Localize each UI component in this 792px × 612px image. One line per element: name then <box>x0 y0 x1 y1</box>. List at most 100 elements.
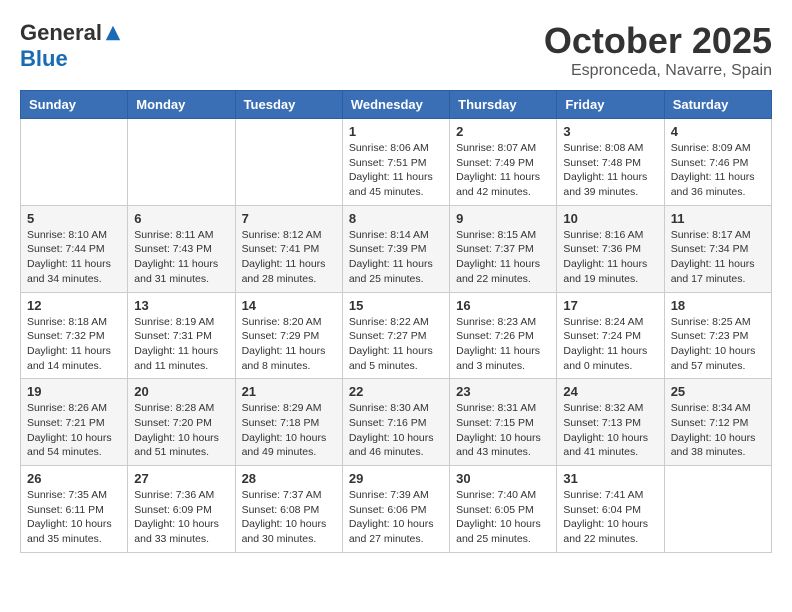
location: Espronceda, Navarre, Spain <box>544 62 772 80</box>
calendar-cell: 17 Sunrise: 8:24 AM Sunset: 7:24 PM Dayli… <box>557 292 664 379</box>
day-number: 6 <box>134 211 228 226</box>
day-info: Sunrise: 8:23 AM Sunset: 7:26 PM Dayligh… <box>456 315 550 374</box>
calendar-cell <box>21 119 128 206</box>
day-info: Sunrise: 7:37 AM Sunset: 6:08 PM Dayligh… <box>242 488 336 547</box>
day-number: 4 <box>671 124 765 139</box>
calendar-week-row: 1 Sunrise: 8:06 AM Sunset: 7:51 PM Daylig… <box>21 119 772 206</box>
day-number: 24 <box>563 384 657 399</box>
day-number: 31 <box>563 471 657 486</box>
day-info: Sunrise: 8:34 AM Sunset: 7:12 PM Dayligh… <box>671 401 765 460</box>
day-number: 9 <box>456 211 550 226</box>
day-info: Sunrise: 8:06 AM Sunset: 7:51 PM Dayligh… <box>349 141 443 200</box>
calendar-header-row: SundayMondayTuesdayWednesdayThursdayFrid… <box>21 91 772 119</box>
day-info: Sunrise: 8:07 AM Sunset: 7:49 PM Dayligh… <box>456 141 550 200</box>
calendar-cell: 10 Sunrise: 8:16 AM Sunset: 7:36 PM Dayli… <box>557 205 664 292</box>
calendar-cell <box>235 119 342 206</box>
calendar-cell: 7 Sunrise: 8:12 AM Sunset: 7:41 PM Daylig… <box>235 205 342 292</box>
day-info: Sunrise: 8:16 AM Sunset: 7:36 PM Dayligh… <box>563 228 657 287</box>
day-number: 10 <box>563 211 657 226</box>
day-info: Sunrise: 7:40 AM Sunset: 6:05 PM Dayligh… <box>456 488 550 547</box>
calendar-cell: 6 Sunrise: 8:11 AM Sunset: 7:43 PM Daylig… <box>128 205 235 292</box>
day-number: 26 <box>27 471 121 486</box>
day-header-wednesday: Wednesday <box>342 91 449 119</box>
day-number: 25 <box>671 384 765 399</box>
day-number: 29 <box>349 471 443 486</box>
logo-icon <box>104 24 122 42</box>
day-info: Sunrise: 8:14 AM Sunset: 7:39 PM Dayligh… <box>349 228 443 287</box>
calendar-cell: 8 Sunrise: 8:14 AM Sunset: 7:39 PM Daylig… <box>342 205 449 292</box>
day-number: 22 <box>349 384 443 399</box>
day-info: Sunrise: 8:10 AM Sunset: 7:44 PM Dayligh… <box>27 228 121 287</box>
day-header-monday: Monday <box>128 91 235 119</box>
day-number: 23 <box>456 384 550 399</box>
logo-general-text: General <box>20 20 102 46</box>
day-number: 7 <box>242 211 336 226</box>
day-info: Sunrise: 8:09 AM Sunset: 7:46 PM Dayligh… <box>671 141 765 200</box>
day-info: Sunrise: 8:08 AM Sunset: 7:48 PM Dayligh… <box>563 141 657 200</box>
day-number: 19 <box>27 384 121 399</box>
day-info: Sunrise: 7:41 AM Sunset: 6:04 PM Dayligh… <box>563 488 657 547</box>
day-info: Sunrise: 8:25 AM Sunset: 7:23 PM Dayligh… <box>671 315 765 374</box>
calendar-cell: 20Sunrise: 8:28 AM Sunset: 7:20 PM Dayli… <box>128 379 235 466</box>
calendar-week-row: 12 Sunrise: 8:18 AM Sunset: 7:32 PM Dayli… <box>21 292 772 379</box>
day-info: Sunrise: 8:26 AM Sunset: 7:21 PM Dayligh… <box>27 401 121 460</box>
day-info: Sunrise: 8:24 AM Sunset: 7:24 PM Dayligh… <box>563 315 657 374</box>
title-block: October 2025 Espronceda, Navarre, Spain <box>544 20 772 80</box>
day-header-friday: Friday <box>557 91 664 119</box>
calendar-week-row: 26 Sunrise: 7:35 AM Sunset: 6:11 PM Dayli… <box>21 466 772 553</box>
day-number: 13 <box>134 298 228 313</box>
day-info: Sunrise: 7:35 AM Sunset: 6:11 PM Dayligh… <box>27 488 121 547</box>
month-title: October 2025 <box>544 20 772 62</box>
day-info: Sunrise: 8:17 AM Sunset: 7:34 PM Dayligh… <box>671 228 765 287</box>
calendar-cell: 18 Sunrise: 8:25 AM Sunset: 7:23 PM Dayli… <box>664 292 771 379</box>
page-header: General Blue October 2025 Espronceda, Na… <box>20 20 772 80</box>
logo-blue-text: Blue <box>20 46 68 71</box>
calendar-table: SundayMondayTuesdayWednesdayThursdayFrid… <box>20 90 772 553</box>
calendar-cell: 21Sunrise: 8:29 AM Sunset: 7:18 PM Dayli… <box>235 379 342 466</box>
calendar-cell: 24Sunrise: 8:32 AM Sunset: 7:13 PM Dayli… <box>557 379 664 466</box>
calendar-cell: 19 Sunrise: 8:26 AM Sunset: 7:21 PM Dayli… <box>21 379 128 466</box>
day-info: Sunrise: 8:20 AM Sunset: 7:29 PM Dayligh… <box>242 315 336 374</box>
day-info: Sunrise: 8:18 AM Sunset: 7:32 PM Dayligh… <box>27 315 121 374</box>
calendar-cell: 31 Sunrise: 7:41 AM Sunset: 6:04 PM Dayli… <box>557 466 664 553</box>
logo: General Blue <box>20 20 122 72</box>
day-info: Sunrise: 8:11 AM Sunset: 7:43 PM Dayligh… <box>134 228 228 287</box>
calendar-week-row: 19 Sunrise: 8:26 AM Sunset: 7:21 PM Dayli… <box>21 379 772 466</box>
day-header-sunday: Sunday <box>21 91 128 119</box>
day-number: 8 <box>349 211 443 226</box>
calendar-cell: 16 Sunrise: 8:23 AM Sunset: 7:26 PM Dayli… <box>450 292 557 379</box>
day-number: 15 <box>349 298 443 313</box>
day-number: 5 <box>27 211 121 226</box>
day-number: 20 <box>134 384 228 399</box>
calendar-cell <box>664 466 771 553</box>
day-number: 1 <box>349 124 443 139</box>
calendar-cell: 13Sunrise: 8:19 AM Sunset: 7:31 PM Dayli… <box>128 292 235 379</box>
calendar-cell: 2 Sunrise: 8:07 AM Sunset: 7:49 PM Daylig… <box>450 119 557 206</box>
day-info: Sunrise: 7:39 AM Sunset: 6:06 PM Dayligh… <box>349 488 443 547</box>
day-number: 16 <box>456 298 550 313</box>
calendar-cell: 1 Sunrise: 8:06 AM Sunset: 7:51 PM Daylig… <box>342 119 449 206</box>
day-number: 28 <box>242 471 336 486</box>
day-info: Sunrise: 8:31 AM Sunset: 7:15 PM Dayligh… <box>456 401 550 460</box>
day-info: Sunrise: 8:29 AM Sunset: 7:18 PM Dayligh… <box>242 401 336 460</box>
day-header-thursday: Thursday <box>450 91 557 119</box>
day-number: 18 <box>671 298 765 313</box>
calendar-cell: 12 Sunrise: 8:18 AM Sunset: 7:32 PM Dayli… <box>21 292 128 379</box>
calendar-cell: 5 Sunrise: 8:10 AM Sunset: 7:44 PM Daylig… <box>21 205 128 292</box>
day-info: Sunrise: 8:12 AM Sunset: 7:41 PM Dayligh… <box>242 228 336 287</box>
day-number: 14 <box>242 298 336 313</box>
calendar-cell: 28 Sunrise: 7:37 AM Sunset: 6:08 PM Dayli… <box>235 466 342 553</box>
day-number: 12 <box>27 298 121 313</box>
calendar-cell: 11Sunrise: 8:17 AM Sunset: 7:34 PM Dayli… <box>664 205 771 292</box>
calendar-cell: 15Sunrise: 8:22 AM Sunset: 7:27 PM Dayli… <box>342 292 449 379</box>
calendar-cell: 9Sunrise: 8:15 AM Sunset: 7:37 PM Daylig… <box>450 205 557 292</box>
calendar-cell <box>128 119 235 206</box>
calendar-cell: 29 Sunrise: 7:39 AM Sunset: 6:06 PM Dayli… <box>342 466 449 553</box>
calendar-cell: 3Sunrise: 8:08 AM Sunset: 7:48 PM Daylig… <box>557 119 664 206</box>
day-number: 17 <box>563 298 657 313</box>
calendar-cell: 27Sunrise: 7:36 AM Sunset: 6:09 PM Dayli… <box>128 466 235 553</box>
day-number: 2 <box>456 124 550 139</box>
day-header-saturday: Saturday <box>664 91 771 119</box>
calendar-cell: 25 Sunrise: 8:34 AM Sunset: 7:12 PM Dayli… <box>664 379 771 466</box>
calendar-cell: 26 Sunrise: 7:35 AM Sunset: 6:11 PM Dayli… <box>21 466 128 553</box>
